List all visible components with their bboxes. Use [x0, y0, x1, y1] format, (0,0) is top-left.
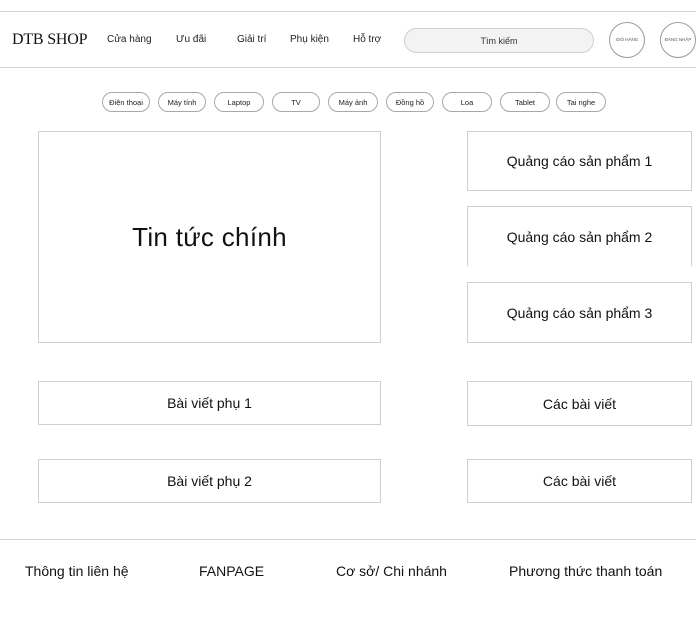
article-list-label-1: Các bài viết: [542, 395, 617, 412]
category-cameras[interactable]: Máy ảnh: [328, 92, 378, 112]
cart-button[interactable]: GIỎ HÀNG: [609, 22, 645, 58]
ad-card-1[interactable]: Quảng cáo sản phẩm 1: [467, 131, 692, 191]
nav-support[interactable]: Hỗ trợ: [353, 34, 381, 45]
ad-label-3: Quảng cáo sản phẩm 3: [506, 304, 653, 321]
footer-payment-link[interactable]: Phương thức thanh toán: [509, 563, 662, 579]
category-tv[interactable]: TV: [272, 92, 320, 112]
login-label: ĐĂNG NHẬP: [664, 37, 692, 42]
main-headline-card[interactable]: Tin tức chính: [38, 131, 381, 343]
search-input[interactable]: Tìm kiếm: [404, 28, 594, 53]
header-top-rule: [0, 11, 696, 12]
category-laptop[interactable]: Laptop: [214, 92, 264, 112]
footer-branches-link[interactable]: Cơ sở/ Chi nhánh: [336, 563, 447, 579]
login-button[interactable]: ĐĂNG NHẬP: [660, 22, 696, 58]
article-list-card-2[interactable]: Các bài viết: [467, 459, 692, 503]
category-headphones[interactable]: Tai nghe: [556, 92, 606, 112]
nav-store[interactable]: Cửa hàng: [107, 34, 152, 45]
article-list-card-1[interactable]: Các bài viết: [467, 381, 692, 426]
category-speakers[interactable]: Loa: [442, 92, 492, 112]
sub-article-label-2: Bài viết phụ 2: [167, 473, 252, 489]
ad-card-3[interactable]: Quảng cáo sản phẩm 3: [467, 282, 692, 343]
nav-accessories[interactable]: Phụ kiện: [290, 34, 329, 45]
site-logo[interactable]: DTB SHOP: [12, 31, 88, 49]
category-computers[interactable]: Máy tính: [158, 92, 206, 112]
sub-article-label-1: Bài viết phụ 1: [167, 395, 252, 411]
main-headline: Tin tức chính: [132, 221, 287, 252]
category-tablet[interactable]: Tablet: [500, 92, 550, 112]
sub-article-card-1[interactable]: Bài viết phụ 1: [38, 381, 381, 425]
search-placeholder: Tìm kiếm: [480, 35, 518, 46]
footer-rule: [0, 539, 696, 540]
nav-entertainment[interactable]: Giải trí: [237, 34, 266, 45]
sub-article-card-2[interactable]: Bài viết phụ 2: [38, 459, 381, 503]
footer-fanpage-link[interactable]: FANPAGE: [199, 563, 264, 579]
ad-card-2[interactable]: Quảng cáo sản phẩm 2: [467, 206, 692, 266]
header-bottom-rule: [0, 67, 696, 68]
category-phones[interactable]: Điện thoại: [102, 92, 150, 112]
nav-deals[interactable]: Ưu đãi: [176, 34, 206, 45]
article-list-label-2: Các bài viết: [542, 473, 617, 489]
cart-label: GIỎ HÀNG: [615, 37, 639, 42]
category-watches[interactable]: Đồng hồ: [386, 92, 434, 112]
footer-contact-link[interactable]: Thông tin liên hệ: [25, 563, 129, 579]
ad-label-2: Quảng cáo sản phẩm 2: [506, 228, 653, 245]
ad-label-1: Quảng cáo sản phẩm 1: [506, 153, 653, 169]
